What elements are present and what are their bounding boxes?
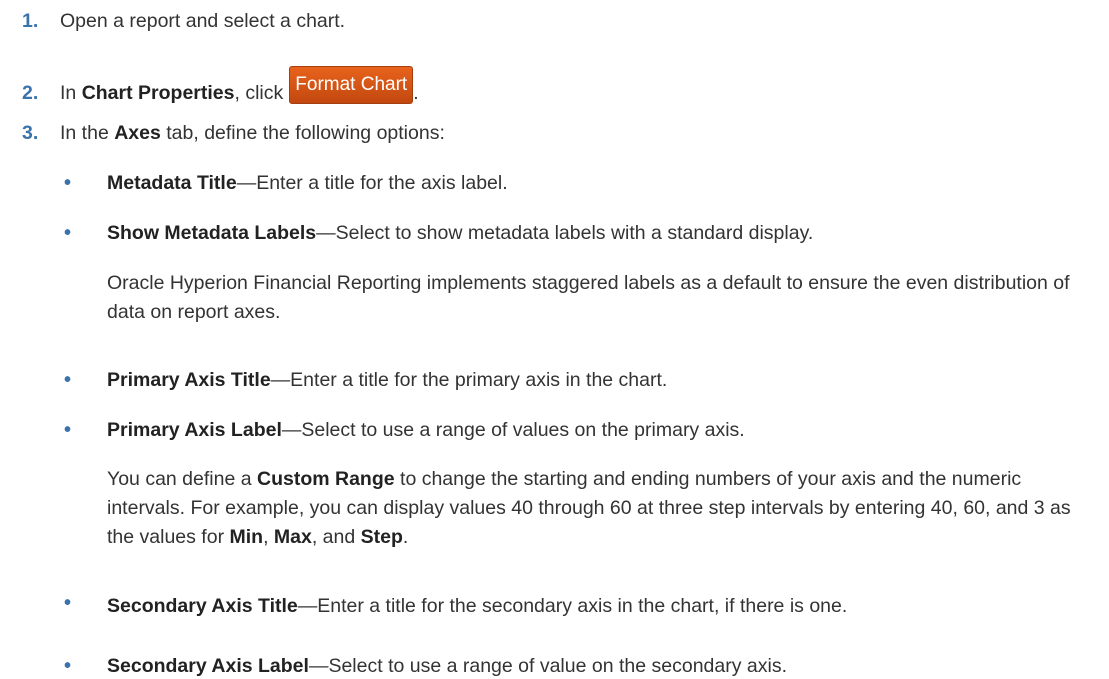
step-text-pre: In the [60, 122, 115, 144]
axes-tab-label: Axes [114, 122, 161, 144]
option-desc: —Enter a title for the primary axis in t… [270, 369, 668, 391]
chart-properties-label: Chart Properties [81, 82, 235, 104]
step-text-post: tab, define the following options: [160, 122, 445, 144]
step-text: Open a report and select a chart. [60, 10, 346, 32]
option-text: Metadata Title—Enter a title for the axi… [107, 172, 508, 195]
note-text: , [263, 526, 274, 548]
step-text-after: . [413, 82, 419, 104]
note-text: You can define a [107, 468, 257, 490]
option-text: Secondary Axis Title—Enter a title for t… [107, 592, 1067, 621]
option-text: Primary Axis Title—Enter a title for the… [107, 369, 667, 392]
step-number: 1. [22, 10, 39, 32]
option-text: Show Metadata Labels—Select to show meta… [107, 222, 813, 245]
bullet: • [64, 419, 72, 441]
option-desc: —Select to show metadata labels with a s… [316, 222, 814, 244]
format-chart-button[interactable]: Format Chart [289, 66, 414, 104]
step-term: Step [360, 526, 403, 548]
option-desc: —Select to use a range of value on the s… [308, 655, 787, 677]
step-text: In Chart Properties, click Format Chart. [60, 66, 419, 120]
note-text: , and [311, 526, 361, 548]
note-staggered-labels: Oracle Hyperion Financial Reporting impl… [107, 272, 1070, 323]
option-desc: —Enter a title for the secondary axis in… [297, 595, 848, 617]
note-text: . [402, 526, 409, 548]
max-term: Max [273, 526, 312, 548]
option-desc: —Enter a title for the axis label. [236, 172, 508, 194]
bullet: • [64, 655, 72, 677]
step-text-pre: In [60, 82, 82, 104]
step-text-post: , click [234, 82, 284, 104]
option-term: Metadata Title [107, 172, 237, 194]
document-page: 1. Open a report and select a chart. 2. … [0, 0, 1109, 679]
option-term: Primary Axis Title [107, 369, 271, 391]
option-term: Secondary Axis Title [107, 595, 298, 617]
bullet: • [64, 592, 72, 614]
option-term: Primary Axis Label [107, 419, 282, 441]
step-number: 2. [22, 82, 39, 104]
step-text: In the Axes tab, define the following op… [60, 122, 445, 145]
min-term: Min [229, 526, 264, 548]
option-term: Show Metadata Labels [107, 222, 317, 244]
step-number: 3. [22, 122, 39, 144]
bullet: • [64, 222, 72, 244]
option-text: Primary Axis Label—Select to use a range… [107, 419, 745, 442]
bullet: • [64, 172, 72, 194]
custom-range-term: Custom Range [257, 468, 395, 490]
option-term: Secondary Axis Label [107, 655, 309, 677]
option-text: Secondary Axis Label—Select to use a ran… [107, 655, 787, 678]
bullet: • [64, 369, 72, 391]
note-custom-range: You can define a Custom Range to change … [107, 465, 1082, 552]
option-desc: —Select to use a range of values on the … [281, 419, 745, 441]
